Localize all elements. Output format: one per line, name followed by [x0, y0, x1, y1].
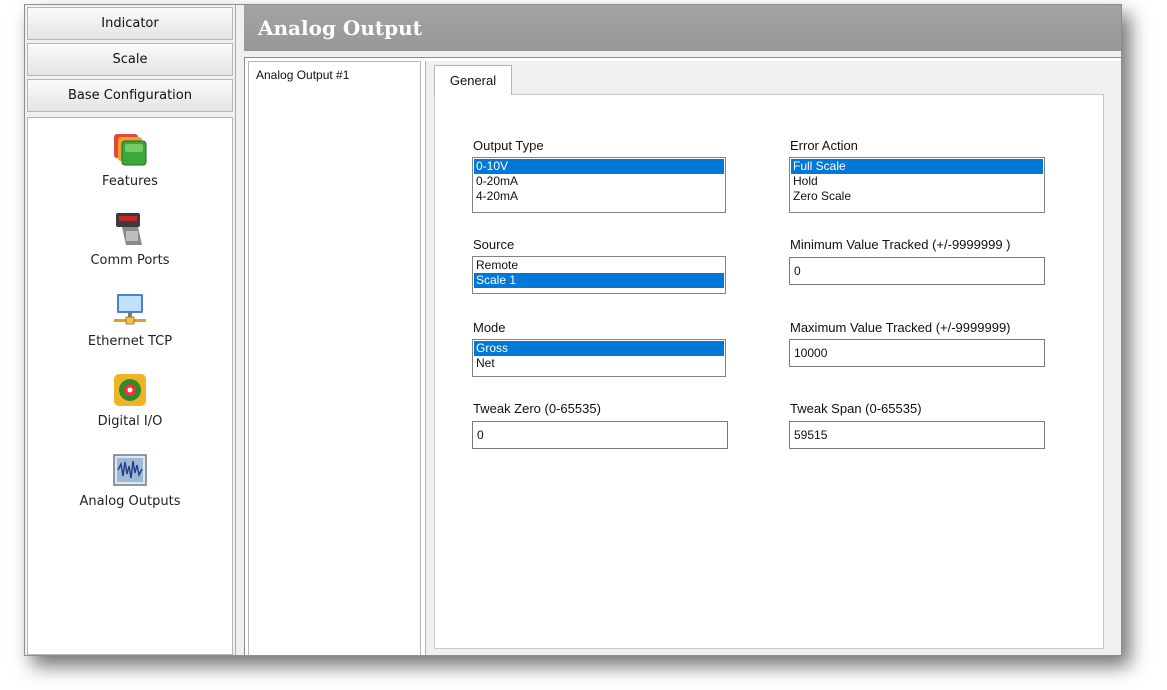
output-type-label: Output Type	[473, 138, 544, 153]
general-tab-content: Output Type 0-10V 0-20mA 4-20mA Error Ac…	[434, 94, 1104, 649]
min-value-label: Minimum Value Tracked (+/-9999999 )	[790, 237, 1011, 252]
nav-items-panel: Features Comm Ports Ethernet TCP Digital…	[27, 117, 233, 655]
nav-item-ethernet-tcp-label: Ethernet TCP	[87, 334, 173, 349]
nav-item-analog-outputs[interactable]: Analog Outputs	[28, 452, 232, 509]
features-icon	[112, 132, 148, 168]
source-option[interactable]: Remote	[474, 258, 724, 273]
tweak-zero-label: Tweak Zero (0-65535)	[473, 401, 601, 416]
max-value-label: Maximum Value Tracked (+/-9999999)	[790, 320, 1011, 335]
navigation-pane: Indicator Scale Base Configuration Featu…	[25, 5, 236, 655]
nav-button-indicator[interactable]: Indicator	[27, 7, 233, 40]
tweak-span-label: Tweak Span (0-65535)	[790, 401, 922, 416]
nav-item-comm-ports-label: Comm Ports	[90, 253, 170, 268]
nav-item-features[interactable]: Features	[28, 132, 232, 189]
nav-item-analog-outputs-label: Analog Outputs	[79, 494, 181, 509]
nav-button-scale[interactable]: Scale	[27, 43, 233, 76]
ethernet-icon	[112, 292, 148, 328]
output-type-option[interactable]: 0-20mA	[474, 174, 724, 189]
source-label: Source	[473, 237, 515, 252]
nav-item-features-label: Features	[102, 174, 158, 189]
min-value-field[interactable]	[789, 257, 1045, 285]
mode-option[interactable]: Gross	[474, 341, 724, 356]
output-list-item[interactable]: Analog Output #1	[256, 68, 349, 82]
mode-option[interactable]: Net	[474, 356, 724, 371]
nav-item-digital-io[interactable]: Digital I/O	[28, 372, 232, 429]
max-value-field[interactable]	[789, 339, 1045, 367]
analog-outputs-icon	[112, 452, 148, 488]
error-action-option[interactable]: Zero Scale	[791, 189, 1043, 204]
output-type-option[interactable]: 4-20mA	[474, 189, 724, 204]
page-header: Analog Output	[244, 5, 1121, 51]
nav-item-comm-ports[interactable]: Comm Ports	[28, 211, 232, 268]
output-type-option[interactable]: 0-10V	[474, 159, 724, 174]
source-listbox[interactable]: Remote Scale 1	[472, 256, 726, 294]
error-action-listbox[interactable]: Full Scale Hold Zero Scale	[789, 157, 1045, 213]
content-area: Analog Output #1 General Output Type 0-1…	[244, 57, 1121, 655]
nav-item-ethernet-tcp[interactable]: Ethernet TCP	[28, 292, 232, 349]
tweak-span-field[interactable]	[789, 421, 1045, 449]
comm-ports-icon	[112, 211, 148, 247]
tab-panel: General Output Type 0-10V 0-20mA 4-20mA …	[425, 61, 1121, 655]
mode-label: Mode	[473, 320, 506, 335]
output-type-listbox[interactable]: 0-10V 0-20mA 4-20mA	[472, 157, 726, 213]
source-option[interactable]: Scale 1	[474, 273, 724, 288]
tweak-zero-field[interactable]	[472, 421, 728, 449]
tab-general[interactable]: General	[434, 65, 512, 95]
output-list-panel: Analog Output #1	[248, 61, 421, 655]
error-action-option[interactable]: Full Scale	[791, 159, 1043, 174]
nav-button-base-configuration[interactable]: Base Configuration	[27, 79, 233, 112]
error-action-option[interactable]: Hold	[791, 174, 1043, 189]
nav-item-digital-io-label: Digital I/O	[97, 414, 163, 429]
page-title: Analog Output	[258, 16, 422, 40]
mode-listbox[interactable]: Gross Net	[472, 339, 726, 377]
digital-io-icon	[112, 372, 148, 408]
error-action-label: Error Action	[790, 138, 858, 153]
app-window: Indicator Scale Base Configuration Featu…	[24, 4, 1122, 656]
